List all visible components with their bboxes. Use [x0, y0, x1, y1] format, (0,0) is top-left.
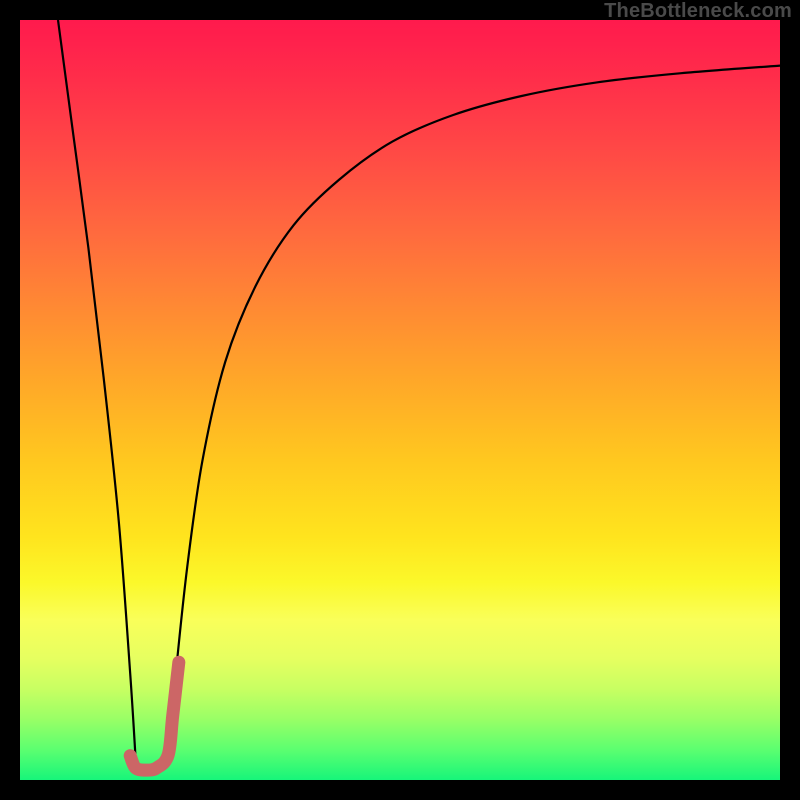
left-descent-line: [58, 20, 136, 757]
outer-frame: TheBottleneck.com: [0, 0, 800, 800]
right-curve-line: [168, 66, 780, 758]
watermark-text: TheBottleneck.com: [604, 0, 792, 23]
j-overlay-line: [130, 662, 179, 770]
plot-area: [20, 20, 780, 780]
curve-layer: [20, 20, 780, 780]
